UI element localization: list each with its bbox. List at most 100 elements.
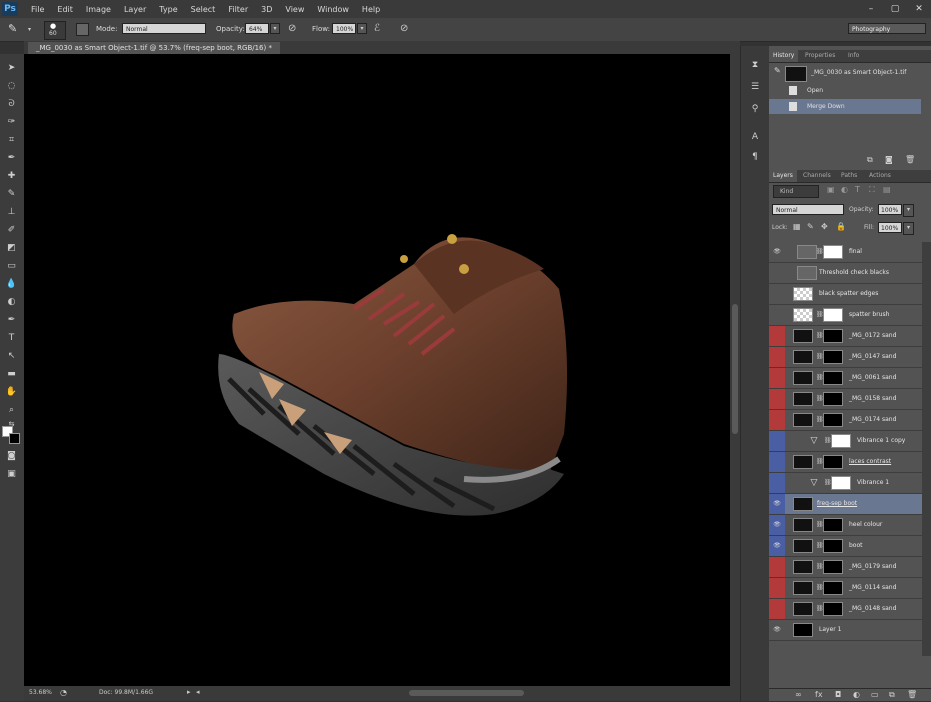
document-tab[interactable]: _MG_0030 as Smart Object-1.tif @ 53.7% (…: [28, 42, 280, 54]
visibility-eye-icon[interactable]: [769, 284, 785, 304]
background-color-swatch[interactable]: [9, 433, 20, 444]
layer-row[interactable]: ⛓ laces contrast: [769, 452, 922, 473]
opacity-dropdown-icon[interactable]: ▾: [270, 23, 280, 34]
fill-dropdown-icon[interactable]: ▾: [903, 222, 914, 235]
layer-row[interactable]: ⛓ spatter brush: [769, 305, 922, 326]
camera-icon[interactable]: ◙: [885, 155, 893, 164]
menu-window[interactable]: Window: [317, 5, 349, 14]
filter-adjustment-icon[interactable]: ◐: [841, 185, 848, 194]
tab-properties[interactable]: Properties: [801, 50, 839, 62]
trash-icon[interactable]: 🗑: [907, 690, 917, 699]
visibility-eye-icon[interactable]: [769, 263, 785, 283]
layer-row[interactable]: ⛓ _MG_0174 sand: [769, 410, 922, 431]
menu-edit[interactable]: Edit: [57, 5, 73, 14]
tab-info[interactable]: Info: [844, 50, 863, 62]
tab-actions[interactable]: Actions: [865, 170, 895, 182]
layer-row[interactable]: ▽ ⛓ Vibrance 1: [769, 473, 922, 494]
new-document-from-state-icon[interactable]: ⧉: [867, 155, 873, 165]
history-panel-icon[interactable]: ⧗: [748, 60, 762, 72]
brush-tool-icon[interactable]: ✎: [4, 188, 19, 200]
layer-row[interactable]: 👁 Layer 1: [769, 620, 922, 641]
maximize-button[interactable]: ▢: [883, 0, 907, 18]
flow-input[interactable]: 100%: [332, 23, 356, 34]
layer-row[interactable]: ⛓ _MG_0147 sand: [769, 347, 922, 368]
layers-scrollbar[interactable]: [922, 242, 931, 656]
menu-select[interactable]: Select: [191, 5, 216, 14]
menu-3d[interactable]: 3D: [261, 5, 272, 14]
visibility-eye-icon[interactable]: [769, 389, 785, 409]
layer-row[interactable]: ⛓ _MG_0148 sand: [769, 599, 922, 620]
history-item-open[interactable]: Open: [769, 83, 921, 98]
healing-brush-tool-icon[interactable]: ✚: [4, 170, 19, 182]
scroll-left-icon[interactable]: ◂: [196, 688, 200, 696]
menu-image[interactable]: Image: [86, 5, 111, 14]
shape-tool-icon[interactable]: ▬: [4, 368, 19, 380]
layer-row[interactable]: 👁 ⛓ final: [769, 242, 922, 263]
visibility-eye-icon[interactable]: 👁: [769, 242, 785, 262]
vertical-scroll-thumb[interactable]: [732, 304, 738, 434]
visibility-eye-icon[interactable]: 👁: [769, 620, 785, 640]
pen-tool-icon[interactable]: ✒: [4, 314, 19, 326]
visibility-eye-icon[interactable]: [769, 431, 785, 451]
close-button[interactable]: ✕: [907, 0, 931, 18]
visibility-eye-icon[interactable]: [769, 326, 785, 346]
adjustments-panel-icon[interactable]: ☰: [748, 82, 762, 94]
folder-icon[interactable]: ▭: [871, 690, 879, 699]
filter-type-icon[interactable]: T: [855, 185, 860, 194]
minimize-button[interactable]: –: [859, 0, 883, 18]
lock-transparent-icon[interactable]: ▦: [793, 222, 801, 231]
tab-history[interactable]: History: [769, 50, 799, 62]
screen-mode-icon[interactable]: ▣: [4, 468, 19, 480]
adjustment-icon[interactable]: ◐: [853, 690, 860, 699]
visibility-eye-icon[interactable]: 👁: [769, 536, 785, 556]
dodge-tool-icon[interactable]: ◐: [4, 296, 19, 308]
layer-mask-thumbnail[interactable]: [823, 329, 843, 343]
opacity-input[interactable]: 64%: [245, 23, 269, 34]
fx-icon[interactable]: fx: [815, 690, 823, 699]
layer-mask-thumbnail[interactable]: [823, 413, 843, 427]
status-menu-arrow-icon[interactable]: ▸: [187, 688, 191, 696]
menu-filter[interactable]: Filter: [228, 5, 248, 14]
layer-mask-thumbnail[interactable]: [823, 518, 843, 532]
visibility-eye-icon[interactable]: [769, 599, 785, 619]
tab-channels[interactable]: Channels: [799, 170, 835, 182]
layer-row[interactable]: black spatter edges: [769, 284, 922, 305]
history-item-merge-down[interactable]: Merge Down: [769, 99, 921, 114]
filter-shape-icon[interactable]: ⛶: [869, 185, 875, 195]
airbrush-icon[interactable]: ℰ: [374, 23, 380, 34]
layer-mask-thumbnail[interactable]: [831, 476, 851, 490]
layer-row[interactable]: 👁 freq-sep boot: [769, 494, 922, 515]
zoom-tool-icon[interactable]: ⌕: [4, 404, 19, 416]
menu-file[interactable]: File: [31, 5, 44, 14]
tab-layers[interactable]: Layers: [769, 170, 797, 182]
layer-mask-thumbnail[interactable]: [823, 350, 843, 364]
clone-stamp-tool-icon[interactable]: ⊥: [4, 206, 19, 218]
layer-row[interactable]: ⛓ _MG_0172 sand: [769, 326, 922, 347]
eyedropper-tool-icon[interactable]: ✒: [4, 152, 19, 164]
visibility-eye-icon[interactable]: [769, 452, 785, 472]
trash-icon[interactable]: 🗑: [905, 155, 915, 164]
layer-mask-thumbnail[interactable]: [823, 539, 843, 553]
layer-row[interactable]: 👁 ⛓ heel colour: [769, 515, 922, 536]
filter-pixel-icon[interactable]: ▣: [827, 185, 835, 194]
eraser-tool-icon[interactable]: ◩: [4, 242, 19, 254]
brush-presets-panel-icon[interactable]: ⚲: [748, 104, 762, 116]
lock-image-icon[interactable]: ✎: [807, 222, 814, 231]
layer-opacity-dropdown-icon[interactable]: ▾: [903, 204, 914, 217]
visibility-eye-icon[interactable]: [769, 473, 785, 493]
layer-mask-thumbnail[interactable]: [831, 434, 851, 448]
visibility-eye-icon[interactable]: [769, 578, 785, 598]
mode-select[interactable]: Normal: [122, 23, 206, 34]
character-panel-icon[interactable]: A: [748, 132, 762, 144]
layer-mask-thumbnail[interactable]: [823, 560, 843, 574]
layer-row[interactable]: 👁 ⛓ boot: [769, 536, 922, 557]
filter-smart-object-icon[interactable]: ▤: [883, 185, 891, 194]
visibility-eye-icon[interactable]: [769, 347, 785, 367]
layer-mask-thumbnail[interactable]: [823, 371, 843, 385]
visibility-eye-icon[interactable]: [769, 368, 785, 388]
vertical-scrollbar[interactable]: [730, 54, 740, 686]
marquee-tool-icon[interactable]: ◌: [4, 80, 19, 92]
layer-row[interactable]: ⛓ _MG_0179 sand: [769, 557, 922, 578]
menu-help[interactable]: Help: [362, 5, 380, 14]
lasso-tool-icon[interactable]: ᘐ: [4, 98, 19, 110]
